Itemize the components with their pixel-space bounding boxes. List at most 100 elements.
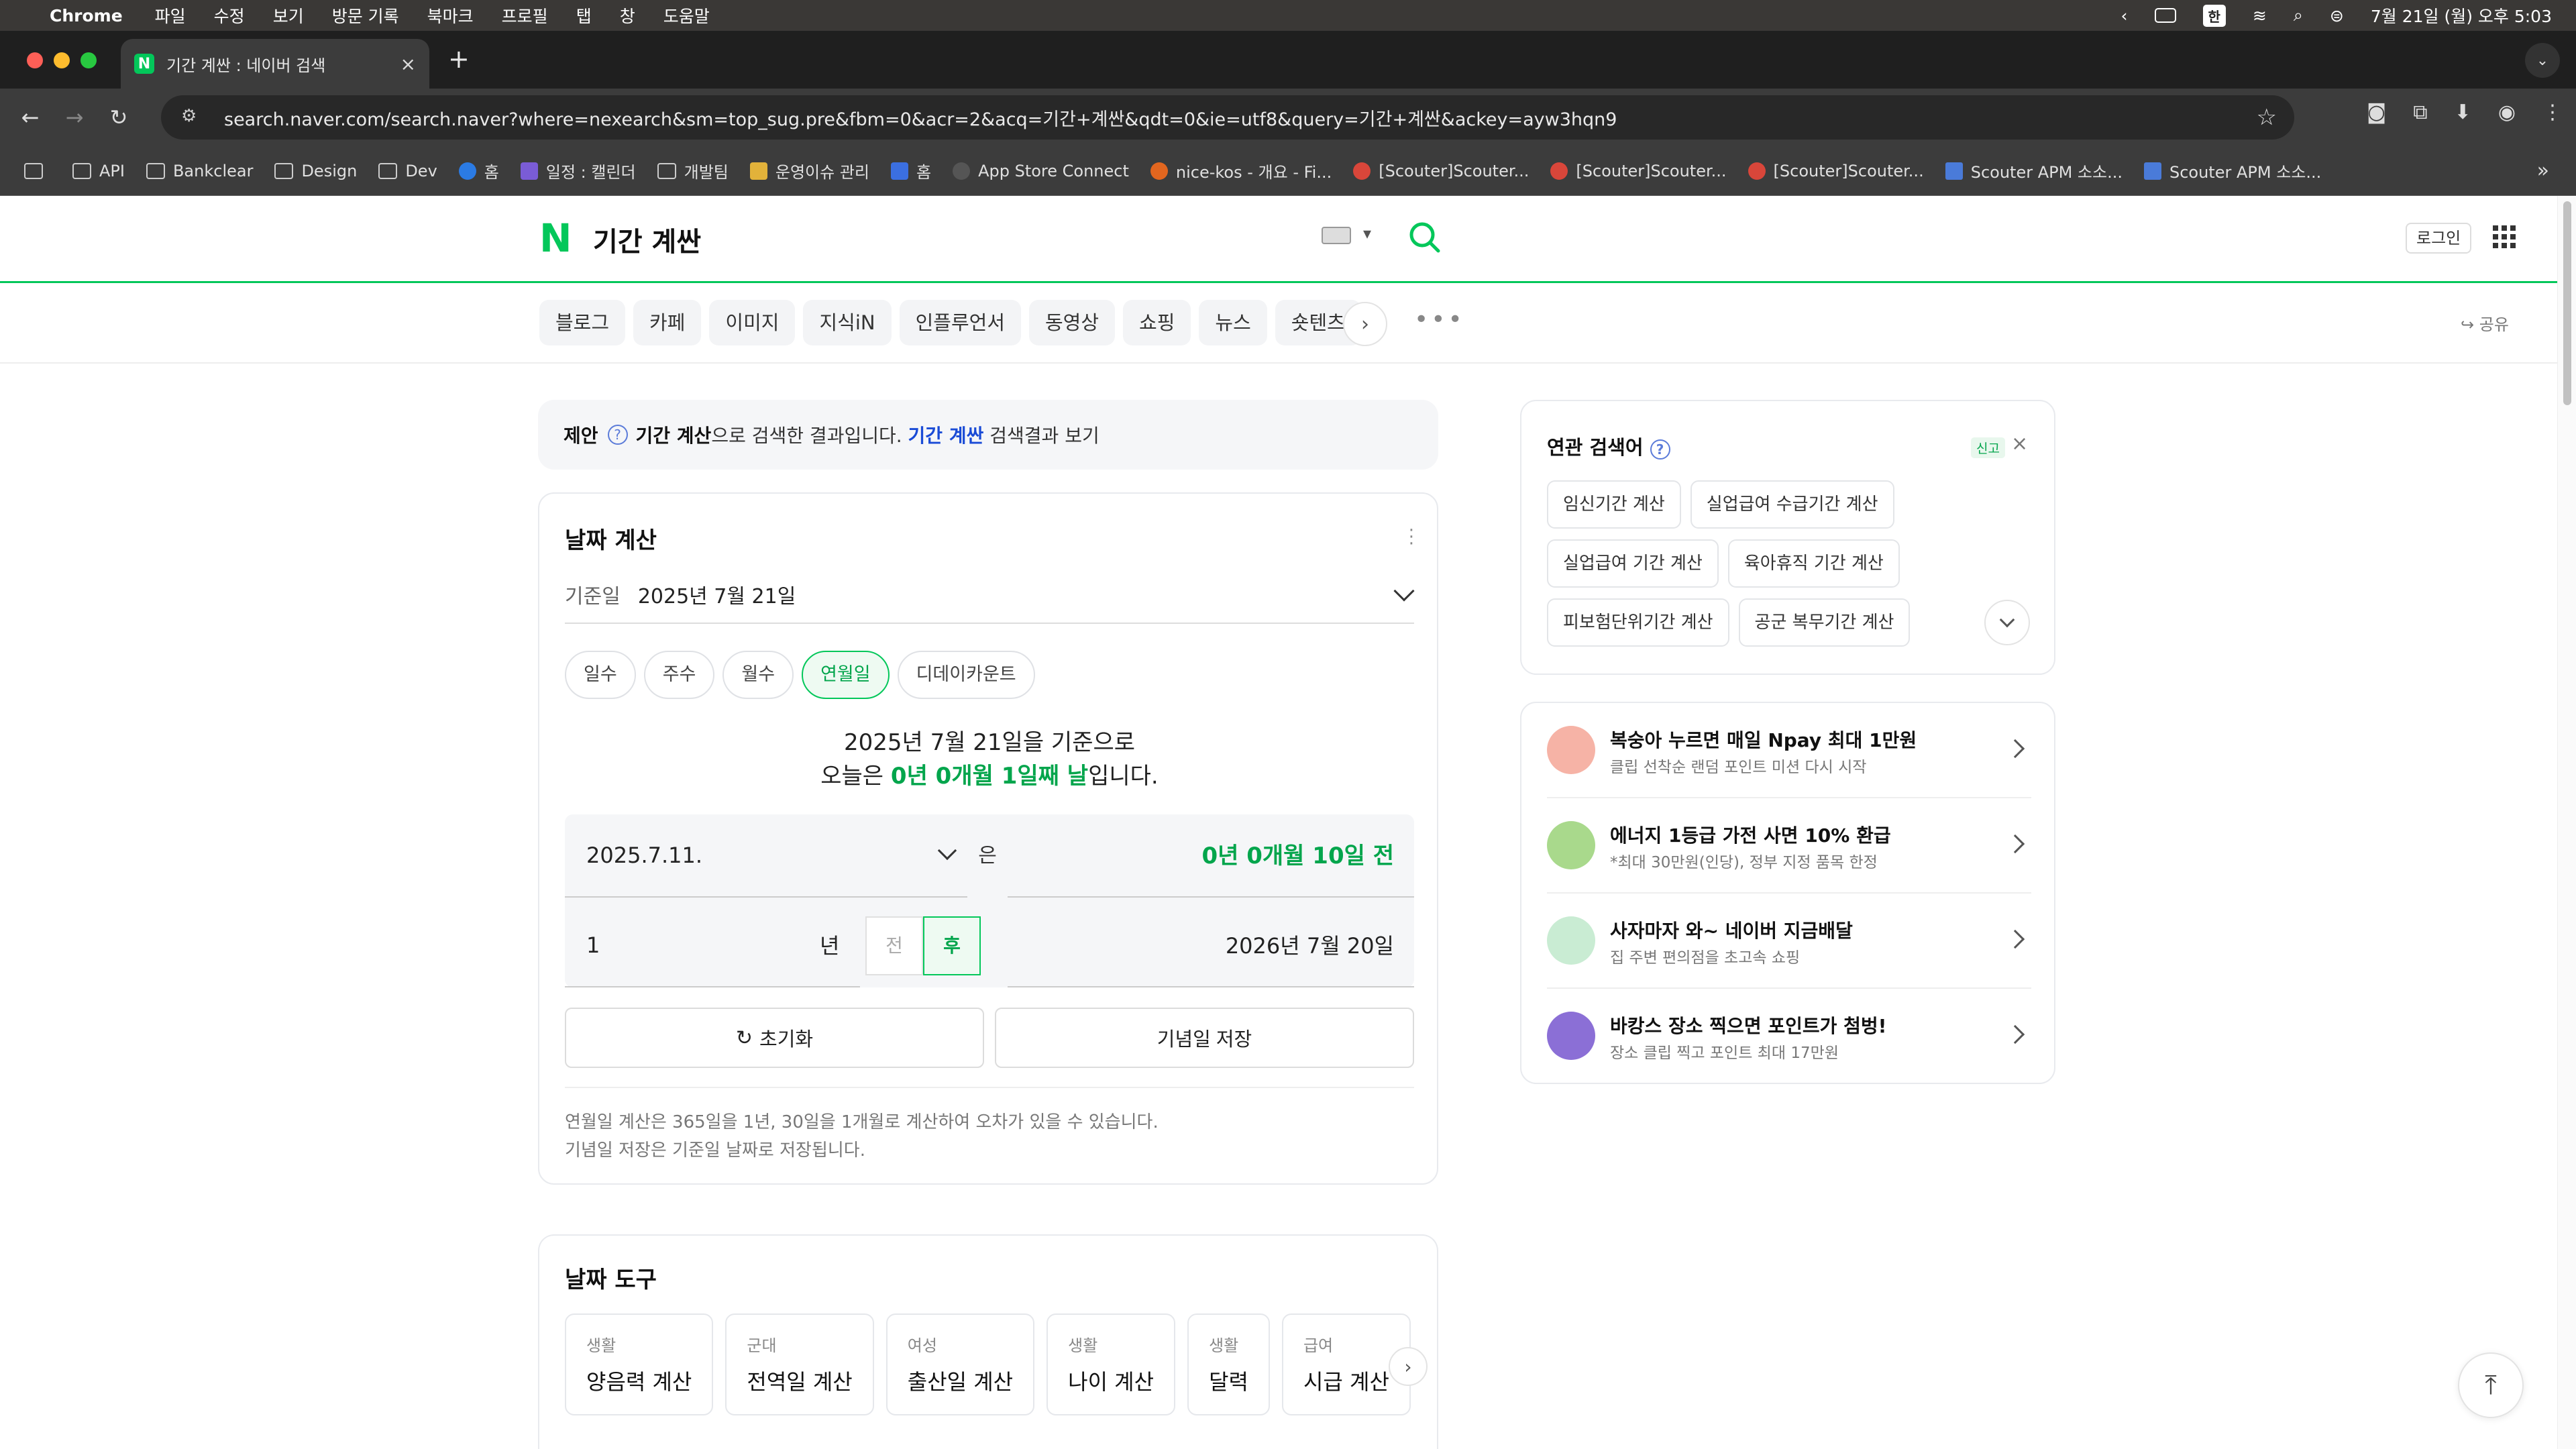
reset-button[interactable]: ↻ 초기화 bbox=[565, 1008, 984, 1068]
spotlight-search-icon[interactable]: ⌕ bbox=[2294, 5, 2303, 25]
reload-button[interactable]: ↻ bbox=[105, 103, 133, 131]
page-scrollbar[interactable] bbox=[2557, 196, 2576, 1449]
bookmark-scouter-2[interactable]: [Scouter]Scouter... bbox=[1550, 162, 1727, 180]
compare-date-select[interactable]: 2025.7.11. bbox=[565, 814, 967, 898]
mode-dday[interactable]: 디데이카운트 bbox=[897, 651, 1035, 699]
keyboard-status-icon[interactable] bbox=[2154, 8, 2176, 23]
bookmark-dev-team[interactable]: 개발팀 bbox=[657, 159, 729, 182]
related-chip[interactable]: 공군 복무기간 계산 bbox=[1738, 598, 1911, 647]
menu-bookmarks[interactable]: 북마크 bbox=[427, 3, 474, 28]
menu-app-name[interactable]: Chrome bbox=[50, 6, 123, 25]
chrome-menu-icon[interactable]: ⋮ bbox=[2542, 101, 2563, 124]
help-icon[interactable]: ? bbox=[607, 425, 628, 445]
related-chip[interactable]: 육아휴직 기간 계산 bbox=[1727, 539, 1900, 588]
promo-item[interactable]: 복숭아 누르면 매일 Npay 최대 1만원 클립 선착순 랜덤 포인트 미션 … bbox=[1547, 703, 2031, 798]
naver-logo[interactable]: N bbox=[539, 219, 573, 258]
tab-search-menu-button[interactable]: ⌄ bbox=[2525, 43, 2560, 78]
back-button[interactable]: ← bbox=[16, 103, 44, 131]
close-icon[interactable]: × bbox=[2011, 432, 2028, 455]
tool-age[interactable]: 생활 나이 계산 bbox=[1046, 1313, 1176, 1415]
help-icon[interactable]: ? bbox=[1650, 439, 1670, 460]
direction-after-button[interactable]: 후 bbox=[923, 916, 981, 975]
category-next-button[interactable]: › bbox=[1343, 302, 1387, 346]
naver-apps-grid-icon[interactable] bbox=[2493, 225, 2516, 248]
tab-news[interactable]: 뉴스 bbox=[1199, 300, 1267, 345]
mode-ymd[interactable]: 연월일 bbox=[802, 651, 890, 699]
window-minimize-button[interactable] bbox=[54, 52, 70, 68]
apps-grid-icon[interactable] bbox=[24, 162, 51, 179]
bookmark-folder-dev[interactable]: Dev bbox=[378, 162, 437, 180]
category-more-button[interactable]: ••• bbox=[1414, 306, 1465, 333]
search-input[interactable]: 기간 계싼 bbox=[593, 220, 701, 259]
bookmark-scouter-3[interactable]: [Scouter]Scouter... bbox=[1748, 162, 1924, 180]
bookmark-scouter-apm-1[interactable]: Scouter APM 소소... bbox=[1945, 159, 2123, 182]
bookmark-star-icon[interactable]: ☆ bbox=[2257, 104, 2277, 131]
search-button[interactable] bbox=[1406, 219, 1444, 256]
input-method-indicator[interactable]: 한 bbox=[2202, 4, 2226, 27]
control-center-icon[interactable]: ⊜ bbox=[2330, 6, 2344, 25]
bookmark-folder-design[interactable]: Design bbox=[274, 162, 357, 180]
bookmark-scouter-1[interactable]: [Scouter]Scouter... bbox=[1353, 162, 1529, 180]
tool-lunar-solar[interactable]: 생활 양음력 계산 bbox=[565, 1313, 714, 1415]
tab-video[interactable]: 동영상 bbox=[1029, 300, 1116, 345]
scroll-to-top-button[interactable]: ⤒ bbox=[2458, 1352, 2524, 1418]
bookmark-home[interactable]: 홈 bbox=[458, 159, 499, 182]
promo-item[interactable]: 바캉스 장소 찍으면 포인트가 첨벙! 장소 클립 찍고 포인트 최대 17만원 bbox=[1547, 989, 2031, 1084]
scrollbar-thumb[interactable] bbox=[2563, 201, 2571, 405]
url-text[interactable]: search.naver.com/search.naver?where=nexe… bbox=[224, 105, 1617, 131]
keyboard-dropdown-icon[interactable]: ▾ bbox=[1363, 224, 1371, 243]
tab-blog[interactable]: 블로그 bbox=[539, 300, 626, 345]
tab-close-icon[interactable]: × bbox=[400, 53, 416, 75]
mode-days[interactable]: 일수 bbox=[565, 651, 636, 699]
address-bar[interactable]: ⚙ search.naver.com/search.naver?where=ne… bbox=[161, 95, 2294, 140]
tool-due-date[interactable]: 여성 출산일 계산 bbox=[885, 1313, 1035, 1415]
save-anniversary-button[interactable]: 기념일 저장 bbox=[995, 1008, 1414, 1068]
related-chip[interactable]: 피보험단위기간 계산 bbox=[1547, 598, 1729, 647]
chevron-left-icon[interactable]: ‹ bbox=[2121, 6, 2128, 25]
bookmark-folder-api[interactable]: API bbox=[72, 162, 125, 180]
menu-history[interactable]: 방문 기록 bbox=[332, 3, 399, 28]
camera-icon[interactable]: ◙ bbox=[2367, 101, 2386, 124]
bookmark-scouter-apm-2[interactable]: Scouter APM 소소... bbox=[2143, 159, 2321, 182]
browser-tab-active[interactable]: N 기간 계싼 : 네이버 검색 × bbox=[121, 39, 429, 89]
menu-help[interactable]: 도움말 bbox=[663, 3, 710, 28]
offset-years-input[interactable]: 1 bbox=[565, 904, 860, 987]
bookmark-nice-kos[interactable]: nice-kos - 개요 - Fi... bbox=[1150, 159, 1332, 182]
menu-tab[interactable]: 탭 bbox=[576, 3, 592, 28]
mode-weeks[interactable]: 주수 bbox=[643, 651, 715, 699]
bookmark-home-2[interactable]: 홈 bbox=[890, 159, 931, 182]
menu-window[interactable]: 창 bbox=[620, 3, 635, 28]
related-chip[interactable]: 실업급여 수급기간 계산 bbox=[1690, 480, 1894, 529]
tab-influencer[interactable]: 인플루언서 bbox=[899, 300, 1021, 345]
menu-file[interactable]: 파일 bbox=[155, 3, 186, 28]
direction-before-button[interactable]: 전 bbox=[865, 916, 923, 975]
login-button[interactable]: 로그인 bbox=[2406, 223, 2472, 254]
tab-image[interactable]: 이미지 bbox=[709, 300, 796, 345]
bookmarks-overflow-button[interactable]: » bbox=[2537, 159, 2549, 182]
forward-button[interactable]: → bbox=[60, 103, 89, 131]
menu-view[interactable]: 보기 bbox=[273, 3, 304, 28]
expand-related-button[interactable] bbox=[1984, 600, 2030, 645]
download-icon[interactable]: ⬇ bbox=[2455, 101, 2471, 124]
wifi-icon[interactable]: ≋ bbox=[2253, 6, 2267, 25]
kebab-menu-icon[interactable]: · · · bbox=[1409, 522, 1414, 553]
original-query-link[interactable]: 기간 계싼 bbox=[908, 421, 984, 448]
bookmark-ops-issues[interactable]: 운영이슈 관리 bbox=[749, 159, 869, 182]
related-chip[interactable]: 실업급여 기간 계산 bbox=[1547, 539, 1719, 588]
profile-icon[interactable]: ◉ bbox=[2498, 101, 2516, 124]
base-date-select[interactable]: 기준일 2025년 7월 21일 bbox=[565, 566, 1415, 624]
tab-shopping[interactable]: 쇼핑 bbox=[1123, 300, 1191, 345]
window-zoom-button[interactable] bbox=[80, 52, 97, 68]
mode-months[interactable]: 월수 bbox=[722, 651, 794, 699]
bookmark-folder-bankclear[interactable]: Bankclear bbox=[146, 162, 253, 180]
tab-kin[interactable]: 지식iN bbox=[803, 300, 892, 345]
share-button[interactable]: ↪ 공유 bbox=[2461, 311, 2509, 335]
menubar-clock[interactable]: 7월 21일 (월) 오후 5:03 bbox=[2371, 3, 2552, 28]
bookmark-app-store-connect[interactable]: App Store Connect bbox=[953, 162, 1129, 180]
related-chip[interactable]: 임신기간 계산 bbox=[1547, 480, 1681, 529]
menu-edit[interactable]: 수정 bbox=[214, 3, 245, 28]
site-info-icon[interactable]: ⚙ bbox=[181, 106, 204, 129]
tab-cafe[interactable]: 카페 bbox=[633, 300, 702, 345]
keyboard-icon[interactable] bbox=[1322, 227, 1351, 244]
window-close-button[interactable] bbox=[27, 52, 43, 68]
